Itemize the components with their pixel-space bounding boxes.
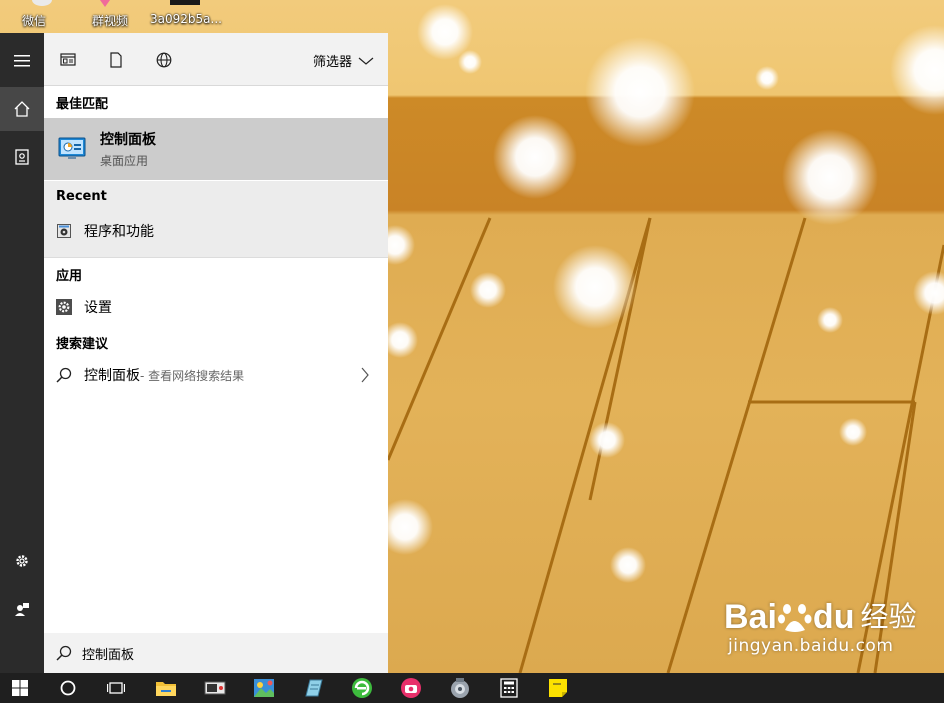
section-best-match: 最佳匹配 (56, 97, 109, 112)
notebook-icon (15, 149, 29, 165)
taskbar-app-photo[interactable] (244, 673, 284, 703)
app-item-label: 设置 (84, 300, 112, 316)
taskbar-app-radio[interactable] (391, 673, 431, 703)
search-input[interactable]: 控制面板 (82, 644, 134, 663)
start-button[interactable] (0, 673, 40, 703)
search-icon (56, 645, 72, 661)
document-icon (110, 52, 122, 68)
gear-icon (16, 555, 28, 567)
sticky-note-icon (549, 679, 567, 697)
programs-features-icon (56, 223, 72, 239)
apps-filter-button[interactable] (53, 45, 83, 75)
feedback-icon (15, 603, 29, 616)
cortana-circle-icon (60, 680, 76, 696)
recent-item-label: 程序和功能 (84, 224, 154, 240)
section-apps: 应用 (56, 269, 83, 284)
feedback-button[interactable] (0, 587, 44, 631)
home-button[interactable] (0, 87, 44, 131)
desktop-icon-label: 微信 (21, 14, 46, 28)
taskbar-app-file-explorer[interactable] (146, 673, 186, 703)
file-thumbnail-icon (170, 0, 200, 5)
menu-toggle-button[interactable] (0, 39, 44, 83)
app-item-settings[interactable]: 设置 (44, 295, 388, 319)
best-match-title: 控制面板 (100, 132, 156, 148)
hamburger-icon (14, 55, 30, 67)
desktop-icon-file[interactable]: 3a092b5a... (150, 0, 222, 32)
documents-filter-button[interactable] (101, 45, 131, 75)
desktop-icon-label: 群视频 (91, 14, 128, 28)
web-filter-button[interactable] (149, 45, 179, 75)
media-app-icon (451, 678, 469, 698)
recorder-icon (204, 681, 226, 695)
calculator-icon (500, 678, 518, 698)
paw-icon (777, 604, 812, 632)
watermark-url: jingyan.baidu.com (728, 636, 894, 656)
search-icon (56, 367, 72, 383)
best-match-item[interactable]: 控制面板 桌面应用 (44, 118, 388, 180)
windows-logo-icon (12, 680, 28, 696)
chevron-right-icon (360, 367, 370, 383)
best-match-subtitle: 桌面应用 (100, 154, 149, 168)
watermark-brand-right: du (812, 598, 855, 636)
home-icon (14, 101, 30, 117)
recent-item[interactable]: 程序和功能 (44, 219, 388, 243)
desktop-icon-group-video[interactable]: 群视频 (84, 0, 136, 32)
folder-icon (156, 682, 176, 696)
taskbar (0, 673, 944, 703)
photo-app-icon (254, 679, 274, 697)
watermark-brand-left: Bai (724, 598, 777, 636)
task-view-icon (107, 682, 125, 694)
task-view-button[interactable] (96, 673, 136, 703)
control-panel-icon (58, 137, 86, 161)
taskbar-app-media[interactable] (440, 673, 480, 703)
watermark-brand-cn: 经验 (860, 601, 917, 632)
taskbar-app-editor[interactable] (293, 673, 333, 703)
suggestion-suffix: - 查看网络搜索结果 (140, 368, 245, 383)
start-rail (0, 33, 44, 673)
editor-icon (305, 679, 323, 697)
section-suggestions: 搜索建议 (56, 337, 109, 352)
chevron-down-icon (358, 57, 374, 65)
search-bar[interactable]: 控制面板 (44, 633, 388, 673)
gear-icon (56, 299, 72, 315)
baidu-watermark: Bai du 经验 jingyan.baidu.com (724, 598, 916, 656)
browser-icon (352, 678, 372, 698)
wechat-icon (32, 0, 52, 6)
desktop-icon-wechat[interactable]: 微信 (12, 0, 56, 32)
taskbar-app-calculator[interactable] (489, 673, 529, 703)
filter-label: 筛选器 (312, 55, 352, 70)
notebook-button[interactable] (0, 135, 44, 179)
globe-icon (156, 52, 172, 68)
suggestion-term: 控制面板 (84, 368, 140, 384)
section-recent: Recent (56, 189, 107, 204)
taskbar-app-sticky-notes[interactable] (538, 673, 578, 703)
taskbar-app-screen-recorder[interactable] (195, 673, 235, 703)
web-suggestion-item[interactable]: 控制面板 - 查看网络搜索结果 (44, 363, 388, 387)
search-panel: 筛选器 最佳匹配 控制面板 桌面应用 Recent 程序和功能 应用 设置 搜索… (44, 33, 388, 673)
panel-toolbar: 筛选器 (44, 33, 388, 86)
settings-button[interactable] (0, 539, 44, 583)
apps-icon (60, 53, 76, 66)
filter-dropdown[interactable]: 筛选器 (313, 51, 374, 70)
cortana-button[interactable] (48, 673, 88, 703)
group-video-icon (100, 0, 110, 7)
radio-app-icon (401, 678, 421, 698)
best-match-text: 控制面板 桌面应用 (100, 129, 156, 169)
desktop-icon-label: 3a092b5a... (150, 12, 222, 26)
taskbar-app-browser[interactable] (342, 673, 382, 703)
